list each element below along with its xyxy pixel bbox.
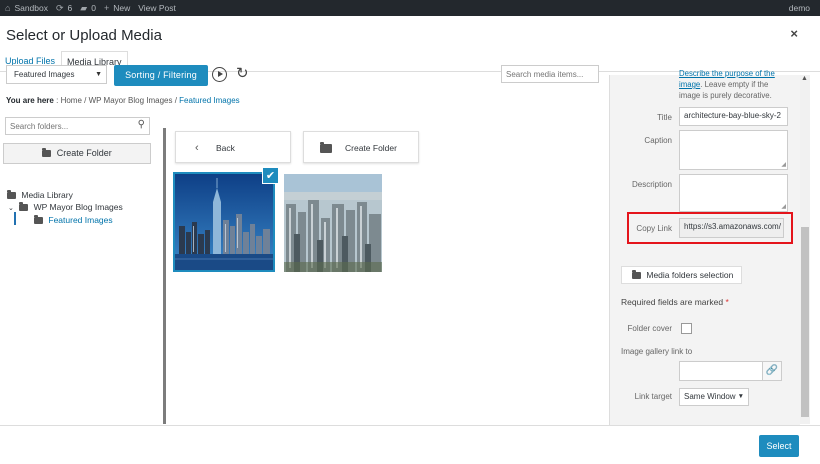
admin-bar: ⌂ Sandbox ⟳ 6 ▰ 0 + New View Post demo	[0, 0, 820, 16]
search-icon[interactable]: ⚲	[138, 119, 145, 130]
breadcrumb-home[interactable]: Home	[61, 96, 82, 105]
checkmark-icon[interactable]: ✔	[262, 167, 279, 184]
tree-item-label: WP Mayor Blog Images	[33, 202, 123, 212]
search-media-input[interactable]	[501, 65, 599, 83]
updates-menu[interactable]: ⟳ 6	[56, 3, 72, 14]
required-fields-note: Required fields are marked *	[621, 297, 729, 307]
close-icon[interactable]: ×	[790, 26, 798, 41]
scroll-up-icon[interactable]: ▲	[801, 75, 808, 82]
create-folder-button[interactable]: Create Folder	[3, 143, 151, 164]
modal-footer	[0, 425, 820, 464]
home-icon: ⌂	[5, 3, 11, 13]
breadcrumb: You are here : Home / WP Mayor Blog Imag…	[6, 96, 240, 105]
folder-icon	[19, 202, 29, 211]
copy-link-highlight-box	[627, 212, 793, 244]
filter-select-value: Featured Images	[14, 70, 75, 79]
folder-search-input[interactable]	[6, 118, 126, 134]
title-value: architecture-bay-blue-sky-2	[684, 111, 781, 120]
resize-handle-icon[interactable]: ◢	[781, 203, 786, 210]
comments-count: 0	[91, 3, 96, 13]
breadcrumb-prefix: You are here	[6, 96, 54, 105]
folder-cover-checkbox[interactable]	[681, 323, 692, 334]
user-label: demo	[788, 3, 810, 13]
site-name: Sandbox	[14, 3, 48, 13]
site-menu[interactable]: ⌂ Sandbox	[5, 3, 48, 13]
title-label: Title	[657, 113, 672, 122]
updates-icon: ⟳	[56, 2, 64, 13]
folder-icon	[34, 215, 43, 224]
link-target-value: Same Window	[684, 392, 736, 401]
play-icon[interactable]	[212, 67, 227, 82]
view-post-link[interactable]: View Post	[138, 3, 176, 13]
back-label: Back	[216, 143, 235, 153]
gallery-link-input[interactable]	[679, 361, 763, 381]
folder-filter-select[interactable]: Featured Images ▼	[6, 65, 107, 84]
caret-down-icon: ▼	[737, 393, 744, 400]
breadcrumb-blog-images[interactable]: WP Mayor Blog Images	[89, 96, 173, 105]
active-folder-indicator	[14, 212, 16, 225]
media-thumbnail-selected[interactable]	[173, 172, 275, 272]
link-icon[interactable]: 🔗	[762, 361, 782, 381]
caption-textarea[interactable]: ◢	[679, 130, 788, 170]
description-label: Description	[631, 180, 672, 189]
media-folders-selection-button[interactable]: Media folders selection	[621, 266, 742, 284]
comment-icon: ▰	[80, 2, 88, 13]
chevron-left-icon: ‹	[195, 142, 199, 154]
user-menu[interactable]: demo	[789, 3, 810, 13]
tree-item-media-library[interactable]: Media Library	[7, 190, 73, 200]
new-label: New	[113, 3, 131, 13]
scrollbar-thumb[interactable]	[801, 227, 809, 417]
alt-help-image-link[interactable]: image	[679, 80, 700, 89]
media-thumbnail[interactable]	[284, 174, 382, 272]
create-folder-label: Create Folder	[56, 148, 112, 158]
details-scrollbar[interactable]: ▲	[800, 75, 810, 424]
modal-title: Select or Upload Media	[6, 27, 162, 44]
create-folder-card[interactable]: Create Folder	[303, 131, 419, 163]
tree-item-label: Media Library	[21, 190, 73, 200]
folder-plus-icon	[320, 142, 332, 153]
chevron-down-icon[interactable]: ⌄	[8, 205, 14, 212]
updates-count: 6	[67, 3, 73, 13]
folder-icon	[7, 190, 16, 199]
back-button[interactable]: ‹ Back	[175, 131, 291, 163]
required-text: Required fields are marked	[621, 297, 724, 307]
folder-search: ⚲	[5, 117, 150, 135]
select-button[interactable]: Select	[759, 435, 799, 457]
breadcrumb-featured-images[interactable]: Featured Images	[179, 96, 239, 105]
description-textarea[interactable]: ◢	[679, 174, 788, 212]
link-target-label: Link target	[634, 392, 672, 401]
refresh-icon[interactable]: ↻	[236, 64, 249, 82]
caret-down-icon: ▼	[95, 71, 102, 78]
panel-splitter[interactable]	[163, 128, 166, 424]
comments-menu[interactable]: ▰ 0	[80, 3, 96, 14]
view-post-label: View Post	[138, 3, 176, 13]
media-folders-selection-label: Media folders selection	[646, 270, 734, 280]
title-input[interactable]: architecture-bay-blue-sky-2	[679, 107, 788, 126]
folder-icon	[632, 270, 641, 279]
new-menu[interactable]: + New	[104, 3, 130, 13]
tree-item-label: Featured Images	[48, 215, 113, 225]
caption-label: Caption	[644, 136, 672, 145]
folder-plus-icon	[42, 148, 52, 157]
alt-help-link[interactable]: Describe the purpose of the	[679, 69, 775, 78]
link-target-select[interactable]: Same Window ▼	[679, 388, 749, 406]
plus-icon: +	[103, 3, 110, 13]
aerial-city-image	[284, 174, 382, 272]
gallery-link-label: Image gallery link to	[621, 347, 693, 356]
alt-text-help: Describe the purpose of the image. Leave…	[679, 68, 789, 101]
required-star: *	[725, 297, 729, 307]
folder-cover-label: Folder cover	[627, 324, 672, 333]
tree-item-featured-images[interactable]: Featured Images	[34, 215, 113, 225]
create-folder-card-label: Create Folder	[345, 143, 397, 153]
resize-handle-icon[interactable]: ◢	[781, 161, 786, 168]
skyline-image	[175, 174, 273, 270]
tree-item-wp-mayor-blog-images[interactable]: ⌄ WP Mayor Blog Images	[8, 202, 123, 212]
sorting-filtering-button[interactable]: Sorting / Filtering	[114, 65, 208, 86]
